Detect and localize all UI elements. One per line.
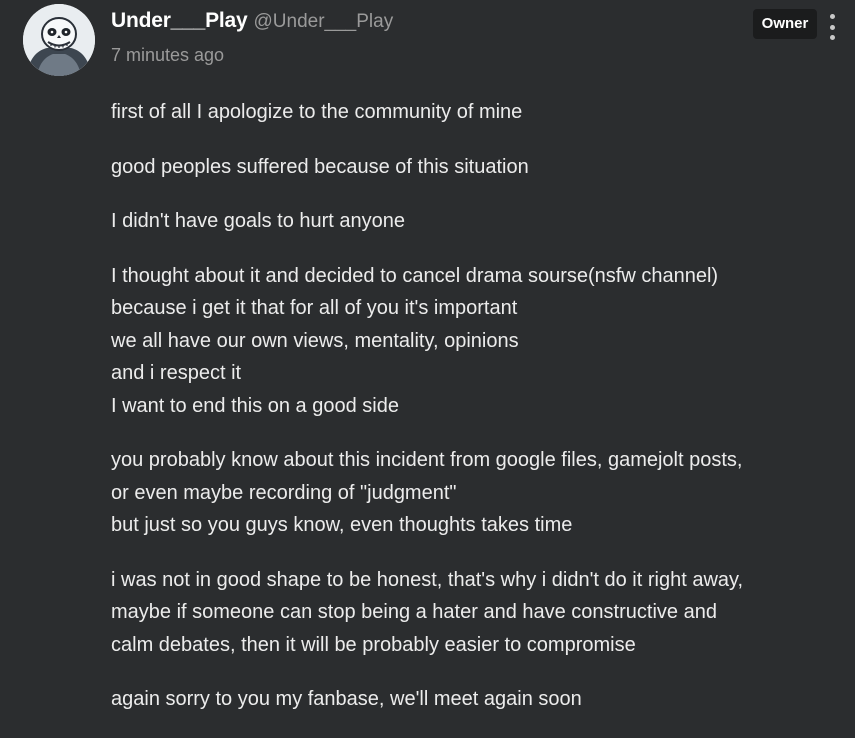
post-text-line: I want to end this on a good side [111,394,399,417]
post-text-line: but just so you guys know, even thoughts… [111,514,573,536]
post-text-line: and i respect it [111,362,242,384]
post-paragraph: you probably know about this incident fr… [111,444,847,542]
more-vertical-icon [829,14,835,19]
author-handle[interactable]: @Under___Play [254,11,394,33]
more-vertical-icon [829,35,835,40]
post-text-line: again sorry to you my fanbase, we'll mee… [111,688,582,710]
skeleton-avatar-icon [23,4,95,76]
post-paragraph: again sorry to you my fanbase, we'll mee… [111,683,847,716]
post-text-line: i was not in good shape to be honest, th… [111,568,744,591]
owner-badge: Owner [753,9,817,39]
post-paragraph: I didn't have goals to hurt anyone [111,205,847,238]
post-paragraph: i was not in good shape to be honest, th… [111,564,847,662]
post-text-line: I thought about it and decided to cancel… [111,264,719,287]
more-options-button[interactable] [822,12,842,42]
post-text-line: we all have our own views, mentality, op… [111,329,519,352]
post-paragraph: first of all I apologize to the communit… [111,96,847,129]
post-paragraph: I thought about it and decided to cancel… [111,260,847,423]
post-text-line: maybe if someone can stop being a hater … [111,601,717,623]
post-text-line: because i get it that for all of you it'… [111,297,518,319]
post-card: Under___Play @Under___Play 7 minutes ago… [0,0,855,734]
post-header: Under___Play @Under___Play 7 minutes ago [111,9,393,66]
post-text-line: or even maybe recording of "judgment" [111,481,457,504]
author-display-name[interactable]: Under___Play [111,9,248,33]
author-row: Under___Play @Under___Play [111,9,393,39]
more-vertical-icon [829,24,835,30]
post-timestamp[interactable]: 7 minutes ago [111,45,393,66]
post-text-line: you probably know about this incident fr… [111,449,743,471]
post-paragraph: good peoples suffered because of this si… [111,151,847,184]
post-text-line: I didn't have goals to hurt anyone [111,210,406,232]
post-text-line: first of all I apologize to the communit… [111,101,523,123]
post-text-line: calm debates, then it will be probably e… [111,633,636,656]
avatar[interactable] [23,4,95,76]
post-body: first of all I apologize to the communit… [111,96,847,738]
post-text-line: good peoples suffered because of this si… [111,155,529,178]
